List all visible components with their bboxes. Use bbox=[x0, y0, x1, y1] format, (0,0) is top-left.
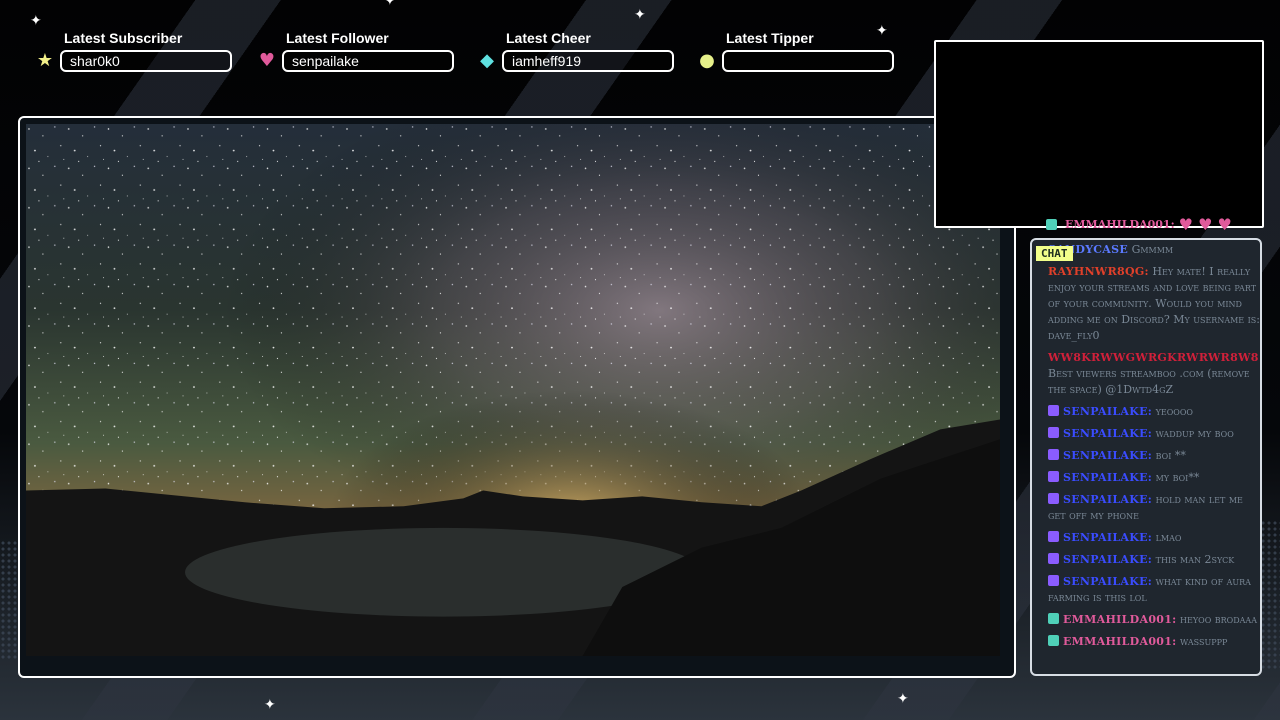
chat-text: my boi** bbox=[1155, 471, 1200, 484]
user-badge-icon bbox=[1048, 635, 1059, 646]
chat-username: RAYHNWR8QG: bbox=[1048, 265, 1149, 278]
chat-text: Gmmmm bbox=[1131, 243, 1174, 256]
chat-text: this man 2syck bbox=[1155, 553, 1235, 566]
chat-text: heyoo brodaaa bbox=[1180, 613, 1257, 626]
chat-message: SENPAILAKE: hold man let me get off my p… bbox=[1048, 492, 1260, 524]
gem-icon: ◆ bbox=[480, 50, 494, 71]
chat-text: waddup my boo bbox=[1155, 427, 1234, 440]
widget-value: shar0k0 bbox=[60, 50, 232, 72]
widget-label: Latest Subscriber bbox=[64, 30, 183, 46]
sparkle-icon: ✦ bbox=[30, 13, 42, 29]
user-badge-icon bbox=[1048, 471, 1059, 482]
chat-tag: CHAT bbox=[1036, 246, 1073, 261]
chat-username: EMMAHILDA001: bbox=[1065, 217, 1175, 231]
chat-username: SENPAILAKE: bbox=[1063, 553, 1153, 566]
user-badge-icon bbox=[1048, 575, 1059, 586]
chat-top-message: EMMAHILDA001: ♥ ♥ ♥ bbox=[1046, 214, 1266, 234]
user-badge-icon bbox=[1046, 218, 1057, 230]
chat-text: boi ** bbox=[1155, 449, 1186, 462]
chat-username: SENPAILAKE: bbox=[1063, 493, 1153, 506]
coin-icon: ● bbox=[699, 50, 715, 71]
chat-panel: SANDYCASE Gmmmm RAYHNWR8QG: Hey mate! I r… bbox=[1030, 238, 1262, 676]
widget-value: senpailake bbox=[282, 50, 454, 72]
chat-username: WW8KRWWGWRGKRWRWR8W8 bbox=[1048, 351, 1259, 364]
user-badge-icon bbox=[1048, 427, 1059, 438]
chat-message: SENPAILAKE: what kind of aura farming is… bbox=[1048, 574, 1260, 606]
chat-username: SENPAILAKE: bbox=[1063, 405, 1153, 418]
sparkle-icon: ✦ bbox=[384, 0, 396, 9]
chat-text: Best viewers streamboo .com (remove the … bbox=[1048, 367, 1250, 396]
chat-username: SENPAILAKE: bbox=[1063, 449, 1153, 462]
night-sky-video bbox=[26, 124, 1000, 656]
widget-value: iamheff919 bbox=[502, 50, 674, 72]
chat-text: wassuppp bbox=[1180, 635, 1228, 648]
widget-value bbox=[722, 50, 894, 72]
chat-username: SENPAILAKE: bbox=[1063, 531, 1153, 544]
sparkle-icon: ✦ bbox=[264, 697, 276, 713]
heart-emote-icon: ♥ ♥ ♥ bbox=[1178, 214, 1232, 234]
chat-text: lmao bbox=[1155, 531, 1182, 544]
sparkle-icon: ✦ bbox=[634, 7, 646, 23]
chat-text: yeoooo bbox=[1155, 405, 1193, 418]
chat-username: SENPAILAKE: bbox=[1063, 575, 1153, 588]
widget-label: Latest Tipper bbox=[726, 30, 814, 46]
chat-message: SENPAILAKE: boi ** bbox=[1048, 448, 1260, 464]
widget-label: Latest Cheer bbox=[506, 30, 591, 46]
chat-message: SENPAILAKE: waddup my boo bbox=[1048, 426, 1260, 442]
user-badge-icon bbox=[1048, 493, 1059, 504]
user-badge-icon bbox=[1048, 613, 1059, 624]
user-badge-icon bbox=[1048, 531, 1059, 542]
sparkle-icon: ✦ bbox=[897, 691, 909, 707]
pixel-pattern-right bbox=[1260, 520, 1280, 670]
chat-message: SENPAILAKE: this man 2syck bbox=[1048, 552, 1260, 568]
chat-message: WW8KRWWGWRGKRWRWR8W8 Best viewers stream… bbox=[1048, 350, 1260, 398]
chat-message: SENPAILAKE: lmao bbox=[1048, 530, 1260, 546]
chat-username: SENPAILAKE: bbox=[1063, 427, 1153, 440]
main-video-frame bbox=[18, 116, 1016, 678]
chat-message: SANDYCASE Gmmmm bbox=[1048, 242, 1260, 258]
user-badge-icon bbox=[1048, 449, 1059, 460]
webcam-frame bbox=[934, 40, 1264, 228]
chat-message: RAYHNWR8QG: Hey mate! I really enjoy you… bbox=[1048, 264, 1260, 344]
chat-message: EMMAHILDA001: heyoo brodaaa bbox=[1048, 612, 1260, 628]
user-badge-icon bbox=[1048, 405, 1059, 416]
heart-icon: ♥ bbox=[258, 50, 276, 71]
star-icon: ★ bbox=[36, 50, 54, 71]
widget-label: Latest Follower bbox=[286, 30, 389, 46]
chat-message: EMMAHILDA001: wassuppp bbox=[1048, 634, 1260, 650]
user-badge-icon bbox=[1048, 553, 1059, 564]
chat-username: EMMAHILDA001: bbox=[1063, 635, 1177, 648]
chat-message: SENPAILAKE: yeoooo bbox=[1048, 404, 1260, 420]
chat-username: EMMAHILDA001: bbox=[1063, 613, 1177, 626]
chat-message-list: SANDYCASE Gmmmm RAYHNWR8QG: Hey mate! I r… bbox=[1048, 242, 1260, 656]
chat-message: SENPAILAKE: my boi** bbox=[1048, 470, 1260, 486]
chat-username: SENPAILAKE: bbox=[1063, 471, 1153, 484]
